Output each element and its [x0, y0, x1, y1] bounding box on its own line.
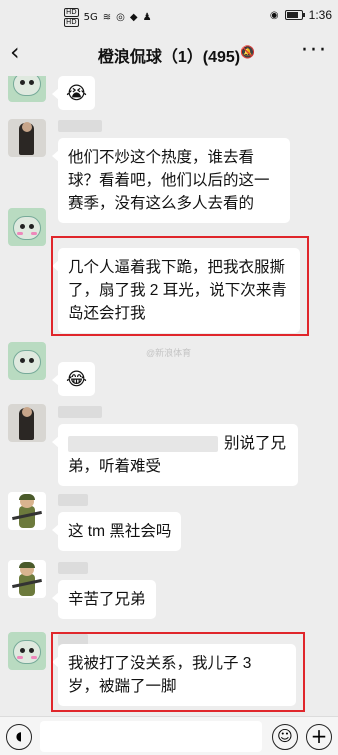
sender-name-blurred: [58, 120, 102, 132]
avatar[interactable]: [8, 119, 46, 157]
avatar[interactable]: [8, 76, 46, 102]
avatar[interactable]: [8, 404, 46, 442]
chat-title: 橙浪侃球（1）(495): [97, 49, 241, 66]
signal-label: 5G: [83, 12, 98, 23]
plus-icon[interactable]: +: [306, 724, 332, 750]
highlight-box: [51, 236, 309, 336]
status-right: ◉ 1:36: [270, 8, 332, 22]
avatar[interactable]: [8, 342, 46, 380]
watermark: @新浪体育: [146, 348, 192, 358]
emoji-message[interactable]: 😭: [51, 76, 96, 110]
text-message[interactable]: 辛苦了兄弟: [52, 580, 156, 619]
avatar[interactable]: [8, 632, 46, 670]
text-message[interactable]: 别说了兄弟，听着难受: [52, 424, 298, 486]
eye-icon: ◉: [269, 9, 279, 21]
shield-icon: ◆: [129, 12, 138, 23]
sender-name-blurred: [58, 406, 102, 418]
avatar[interactable]: [8, 492, 46, 530]
highlight-box: [51, 632, 305, 712]
emoji-icon[interactable]: ☺: [272, 724, 298, 750]
text-message[interactable]: 他们不炒这个热度，谁去看球？看着吧，他们以后的这一赛季，没有这么多人去看的: [52, 138, 290, 223]
avatar[interactable]: [8, 560, 46, 598]
voice-icon[interactable]: ◖: [6, 724, 32, 750]
app-icon: ♟: [142, 12, 152, 23]
more-options-icon[interactable]: ···: [301, 38, 328, 63]
emoji-message[interactable]: 😂: [51, 362, 96, 396]
message-input[interactable]: [40, 721, 262, 752]
sender-name-blurred: [58, 562, 88, 574]
clock-time: 1:36: [308, 8, 332, 22]
status-bar: HD HD 5G ≋ ◎ ◆ ♟ ◉ 1:36: [0, 0, 338, 30]
mention-blurred: [68, 435, 218, 452]
sender-name-blurred: [58, 494, 88, 506]
battery-icon: [284, 10, 305, 20]
wifi-icon: ≋: [102, 12, 112, 23]
notification-icon: ◎: [116, 12, 125, 23]
avatar[interactable]: [8, 208, 46, 246]
input-bar: ◖ ☺ +: [0, 716, 338, 755]
status-left: HD HD 5G ≋ ◎ ◆ ♟: [64, 8, 152, 27]
hd-chip: HD: [64, 8, 79, 17]
hd-indicators: HD HD: [64, 8, 79, 27]
chat-header: ‹ 橙浪侃球（1）(495) 🔕 ···: [0, 30, 338, 76]
mute-icon: 🔕: [240, 45, 255, 59]
text-message[interactable]: 这 tm 黑社会吗: [51, 512, 182, 551]
hd-chip: HD: [64, 18, 79, 27]
message-list[interactable]: 😭 他们不炒这个热度，谁去看球？看着吧，他们以后的这一赛季，没有这么多人去看的 …: [0, 76, 338, 716]
